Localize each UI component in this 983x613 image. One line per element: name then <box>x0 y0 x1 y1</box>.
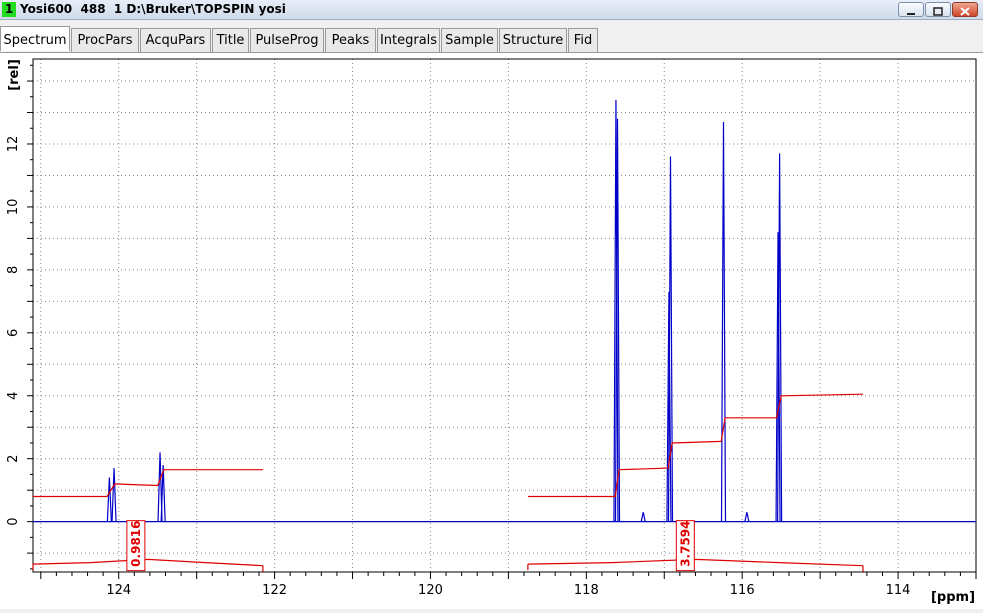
spectrum-peak <box>640 512 646 522</box>
spectrum-peak <box>720 121 727 522</box>
x-tick-label: 124 <box>106 583 131 598</box>
y-tick-label: 10 <box>6 199 21 216</box>
integral-value-label: 3.7594 <box>678 520 692 566</box>
integral-curve <box>527 393 864 498</box>
spectrum-plot[interactable]: 124 122 120 118 116 114 0 2 4 6 8 10 12 0.9816 3.7594… <box>0 53 983 609</box>
integral-value-label: 0.9816 <box>129 520 143 566</box>
integral-curve <box>33 469 263 498</box>
spectrum-peak <box>160 464 166 522</box>
axes: 124 122 120 118 116 114 0 2 4 6 8 10 12 <box>6 58 977 598</box>
tab-bar: Spectrum ProcPars AcquPars Title PulsePr… <box>0 26 983 53</box>
tab-procpars[interactable]: ProcPars <box>71 28 139 52</box>
x-tick-label: 118 <box>574 583 599 598</box>
y-tick-label: 2 <box>6 455 21 463</box>
tab-structure[interactable]: Structure <box>499 28 567 52</box>
x-axis-label: [ppm] <box>931 590 975 605</box>
tab-integrals[interactable]: Integrals <box>377 28 440 52</box>
tab-sample[interactable]: Sample <box>441 28 498 52</box>
close-button[interactable] <box>952 2 978 17</box>
y-axis-label: [rel] <box>7 59 22 91</box>
minimize-button[interactable] <box>898 2 924 17</box>
y-tick-label: 8 <box>6 266 21 274</box>
close-icon <box>960 7 970 16</box>
x-tick-label: 114 <box>886 583 911 598</box>
tab-title[interactable]: Title <box>212 28 249 52</box>
maximize-button[interactable] <box>925 2 951 17</box>
y-tick-label: 6 <box>6 329 21 337</box>
spectrum-peak <box>106 477 112 522</box>
y-tick-label: 0 <box>6 518 21 526</box>
spectrum-peak <box>111 468 117 522</box>
x-tick-label: 120 <box>418 583 443 598</box>
x-tick-label: 122 <box>262 583 287 598</box>
x-tick-label: 116 <box>730 583 755 598</box>
spectrum-trace <box>33 99 976 523</box>
window-title: Yosi600 488 1 D:\Bruker\TOPSPIN yosi <box>20 2 286 16</box>
tab-pulseprog[interactable]: PulseProg <box>250 28 324 52</box>
spectrum-view[interactable]: 124 122 120 118 116 114 0 2 4 6 8 10 12 0.9816 3.7594… <box>0 53 983 609</box>
y-tick-label: 12 <box>6 136 21 153</box>
minimize-icon <box>907 13 915 15</box>
grid-lines <box>33 59 977 572</box>
window-titlebar: 1 Yosi600 488 1 D:\Bruker\TOPSPIN yosi <box>0 0 983 20</box>
tab-acqupars[interactable]: AcquPars <box>140 28 211 52</box>
maximize-icon <box>933 7 943 16</box>
integral-regions: 0.9816 3.7594 <box>32 393 864 572</box>
integral-bracket <box>32 558 263 567</box>
tab-spectrum[interactable]: Spectrum <box>0 26 70 51</box>
tab-peaks[interactable]: Peaks <box>325 28 376 52</box>
tab-fid[interactable]: Fid <box>568 28 598 52</box>
spectrum-peak <box>744 512 750 522</box>
integral-bracket <box>527 558 864 567</box>
plot-frame <box>32 58 977 573</box>
y-tick-label: 4 <box>6 392 21 400</box>
window-number-badge: 1 <box>2 2 16 17</box>
